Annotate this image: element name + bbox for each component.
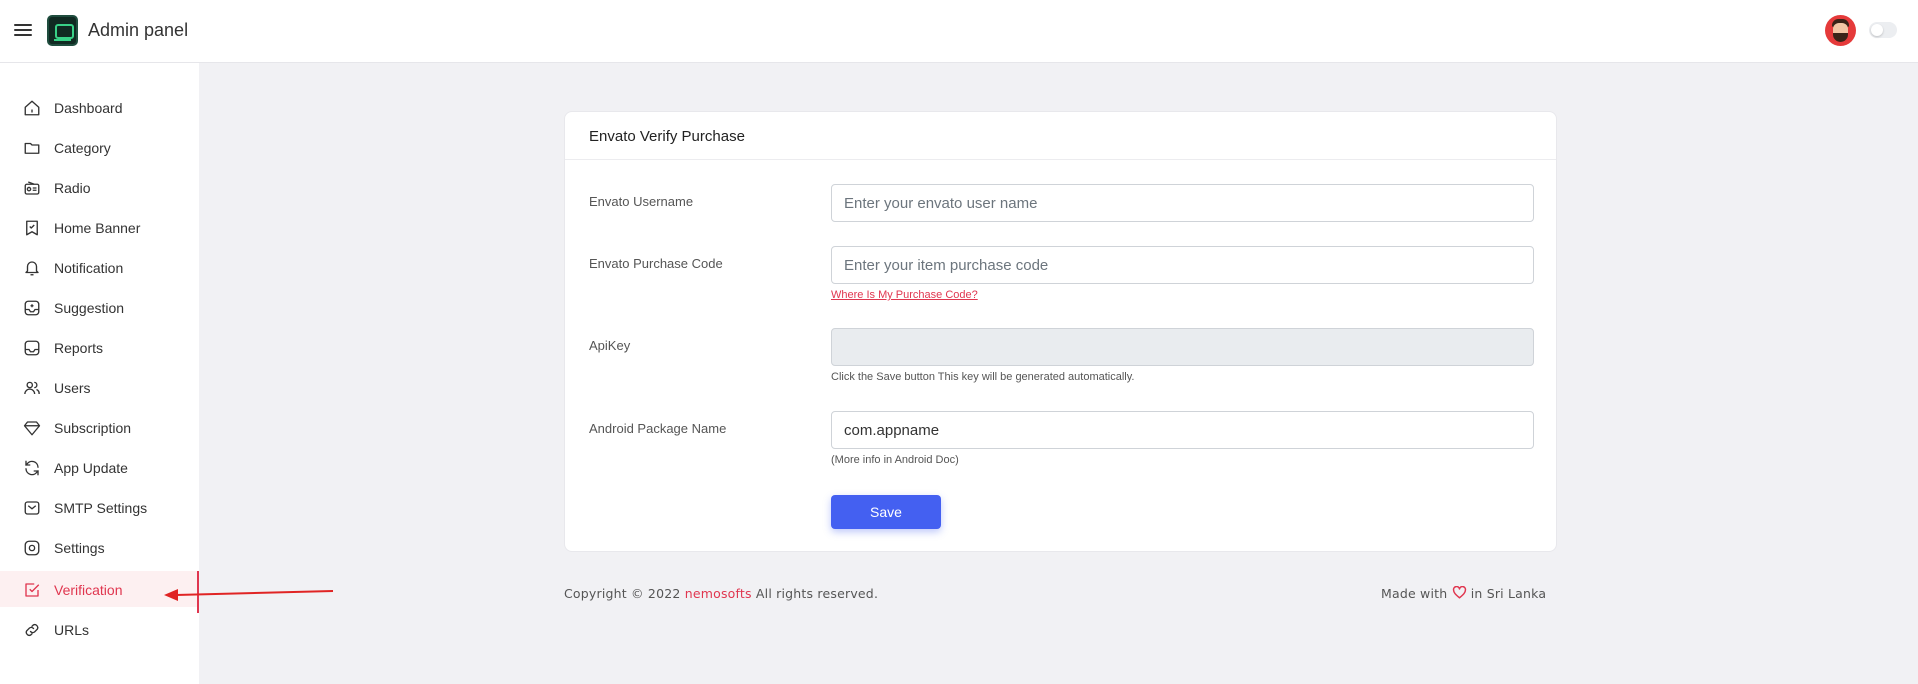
- save-button[interactable]: Save: [831, 495, 941, 529]
- purchase-code-input[interactable]: [831, 246, 1534, 284]
- package-name-input[interactable]: [831, 411, 1534, 449]
- made-with-prefix: Made with: [1381, 586, 1452, 601]
- users-icon: [24, 381, 40, 395]
- where-is-purchase-code-link[interactable]: Where Is My Purchase Code?: [831, 289, 978, 301]
- sidebar-item-smtp-settings[interactable]: SMTP Settings: [0, 489, 199, 525]
- sidebar-item-app-update[interactable]: App Update: [0, 449, 199, 485]
- bell-icon: [25, 261, 39, 276]
- sidebar-item-notification[interactable]: Notification: [0, 249, 199, 285]
- sidebar-item-category[interactable]: Category: [0, 129, 199, 165]
- diamond-icon: [23, 421, 41, 436]
- footer-made-with: Made with in Sri Lanka: [1381, 586, 1546, 601]
- annotation-arrow: [164, 589, 334, 601]
- sidebar-item-subscription[interactable]: Subscription: [0, 409, 199, 445]
- sidebar-item-label: Category: [54, 140, 111, 156]
- sidebar-item-label: Subscription: [54, 420, 132, 436]
- sidebar-item-label: Suggestion: [54, 300, 125, 316]
- sidebar-item-urls[interactable]: URLs: [0, 611, 199, 647]
- sidebar-item-label: Home Banner: [54, 220, 141, 236]
- api-key-help: Click the Save button This key will be g…: [831, 371, 1135, 383]
- sidebar-item-dashboard[interactable]: Dashboard: [0, 89, 199, 125]
- suggestion-icon: [24, 300, 40, 316]
- username-label: Envato Username: [589, 194, 694, 209]
- card-header: Envato Verify Purchase: [565, 112, 1556, 160]
- home-icon: [24, 100, 40, 116]
- mail-icon: [24, 501, 40, 515]
- app-logo[interactable]: [47, 15, 78, 46]
- sidebar-item-settings[interactable]: Settings: [0, 529, 199, 565]
- user-avatar[interactable]: [1825, 15, 1856, 46]
- api-key-input: [831, 328, 1534, 366]
- sidebar-item-label: Dashboard: [54, 100, 123, 116]
- refresh-icon: [25, 460, 39, 476]
- purchase-code-label: Envato Purchase Code: [589, 256, 723, 271]
- link-icon: [25, 624, 39, 636]
- sidebar-item-label: App Update: [54, 460, 128, 476]
- sidebar-item-label: Reports: [54, 340, 104, 356]
- radio-icon: [24, 181, 40, 195]
- package-name-label: Android Package Name: [589, 421, 727, 436]
- folder-icon: [24, 142, 40, 154]
- top-bar: Admin panel: [0, 0, 1918, 63]
- sidebar-item-label: Verification: [54, 582, 123, 598]
- verify-purchase-card: Envato Verify Purchase Envato Username E…: [564, 111, 1557, 552]
- copyright-prefix: Copyright © 2022: [564, 586, 685, 601]
- card-title: Envato Verify Purchase: [589, 128, 745, 145]
- banner-icon: [26, 220, 38, 236]
- package-name-help: (More info in Android Doc): [831, 454, 959, 466]
- sidebar-item-label: Users: [54, 380, 91, 396]
- app-title: Admin panel: [88, 20, 189, 40]
- sidebar-item-users[interactable]: Users: [0, 369, 199, 405]
- sidebar-item-home-banner[interactable]: Home Banner: [0, 209, 199, 245]
- footer-copyright: Copyright © 2022 nemosofts All rights re…: [564, 586, 878, 601]
- sidebar-item-reports[interactable]: Reports: [0, 329, 199, 365]
- sidebar-item-label: Notification: [54, 260, 124, 276]
- checkbox-icon: [25, 583, 40, 597]
- copyright-suffix: All rights reserved.: [751, 586, 879, 601]
- sidebar-item-label: Settings: [54, 540, 105, 556]
- hamburger-icon[interactable]: [14, 24, 32, 38]
- sidebar-item-suggestion[interactable]: Suggestion: [0, 289, 199, 325]
- sidebar-item-label: Radio: [54, 180, 91, 196]
- heart-icon: [1452, 586, 1466, 599]
- reports-icon: [24, 340, 40, 356]
- company-link[interactable]: nemosofts: [685, 586, 752, 601]
- api-key-label: ApiKey: [589, 338, 631, 353]
- envato-username-input[interactable]: [831, 184, 1534, 222]
- sidebar-item-label: URLs: [54, 622, 90, 638]
- gear-icon: [24, 540, 40, 556]
- sidebar-item-radio[interactable]: Radio: [0, 169, 199, 205]
- theme-toggle[interactable]: [1869, 22, 1897, 38]
- made-with-suffix: in Sri Lanka: [1466, 586, 1547, 601]
- sidebar-item-label: SMTP Settings: [54, 500, 148, 516]
